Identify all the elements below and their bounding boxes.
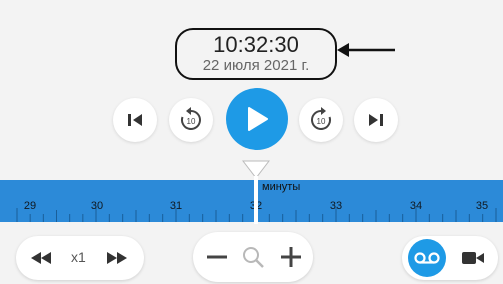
tick-label: 29 [23,200,37,212]
forward-10-button[interactable]: 10 [299,98,343,142]
tick-label: 31 [169,200,183,212]
play-button[interactable] [226,88,288,150]
zoom-in-button[interactable] [279,246,303,268]
tick-label: 33 [329,200,343,212]
forward-10-icon: 10 [311,107,331,130]
speed-control: x1 [16,236,144,280]
slower-button[interactable] [28,248,54,268]
skip-to-end-icon [369,114,383,126]
rewind-icon [31,252,51,264]
timeline-cursor[interactable] [241,160,271,224]
fast-forward-icon [107,252,127,264]
tick-label: 30 [90,200,104,212]
minus-icon [207,255,227,259]
rewind-10-icon: 10 [181,107,201,130]
zoom-control [193,232,313,282]
live-mode-button[interactable] [458,248,488,268]
mode-switch [402,236,498,280]
skip-back-button[interactable] [113,98,157,142]
speed-value: x1 [71,249,86,265]
camera-icon [462,252,484,264]
archive-mode-button[interactable] [408,239,446,277]
current-date: 22 июля 2021 г. [202,57,310,74]
tick-label: 35 [475,200,489,212]
magnifier-icon [243,247,264,268]
tape-icon [414,252,440,264]
callout-arrow [337,43,395,57]
skip-to-start-icon [128,114,142,126]
datetime-display: 10:32:30 22 июля 2021 г. [175,28,337,80]
zoom-indicator [241,245,265,269]
skip-forward-button[interactable] [354,98,398,142]
forward-amount: 10 [317,117,326,126]
tick-label: 34 [409,200,423,212]
current-time: 10:32:30 [213,32,299,57]
rewind-amount: 10 [187,117,196,126]
faster-button[interactable] [104,248,130,268]
play-icon [248,107,268,131]
zoom-out-button[interactable] [205,246,229,268]
rewind-10-button[interactable]: 10 [169,98,213,142]
plus-icon [281,247,301,267]
